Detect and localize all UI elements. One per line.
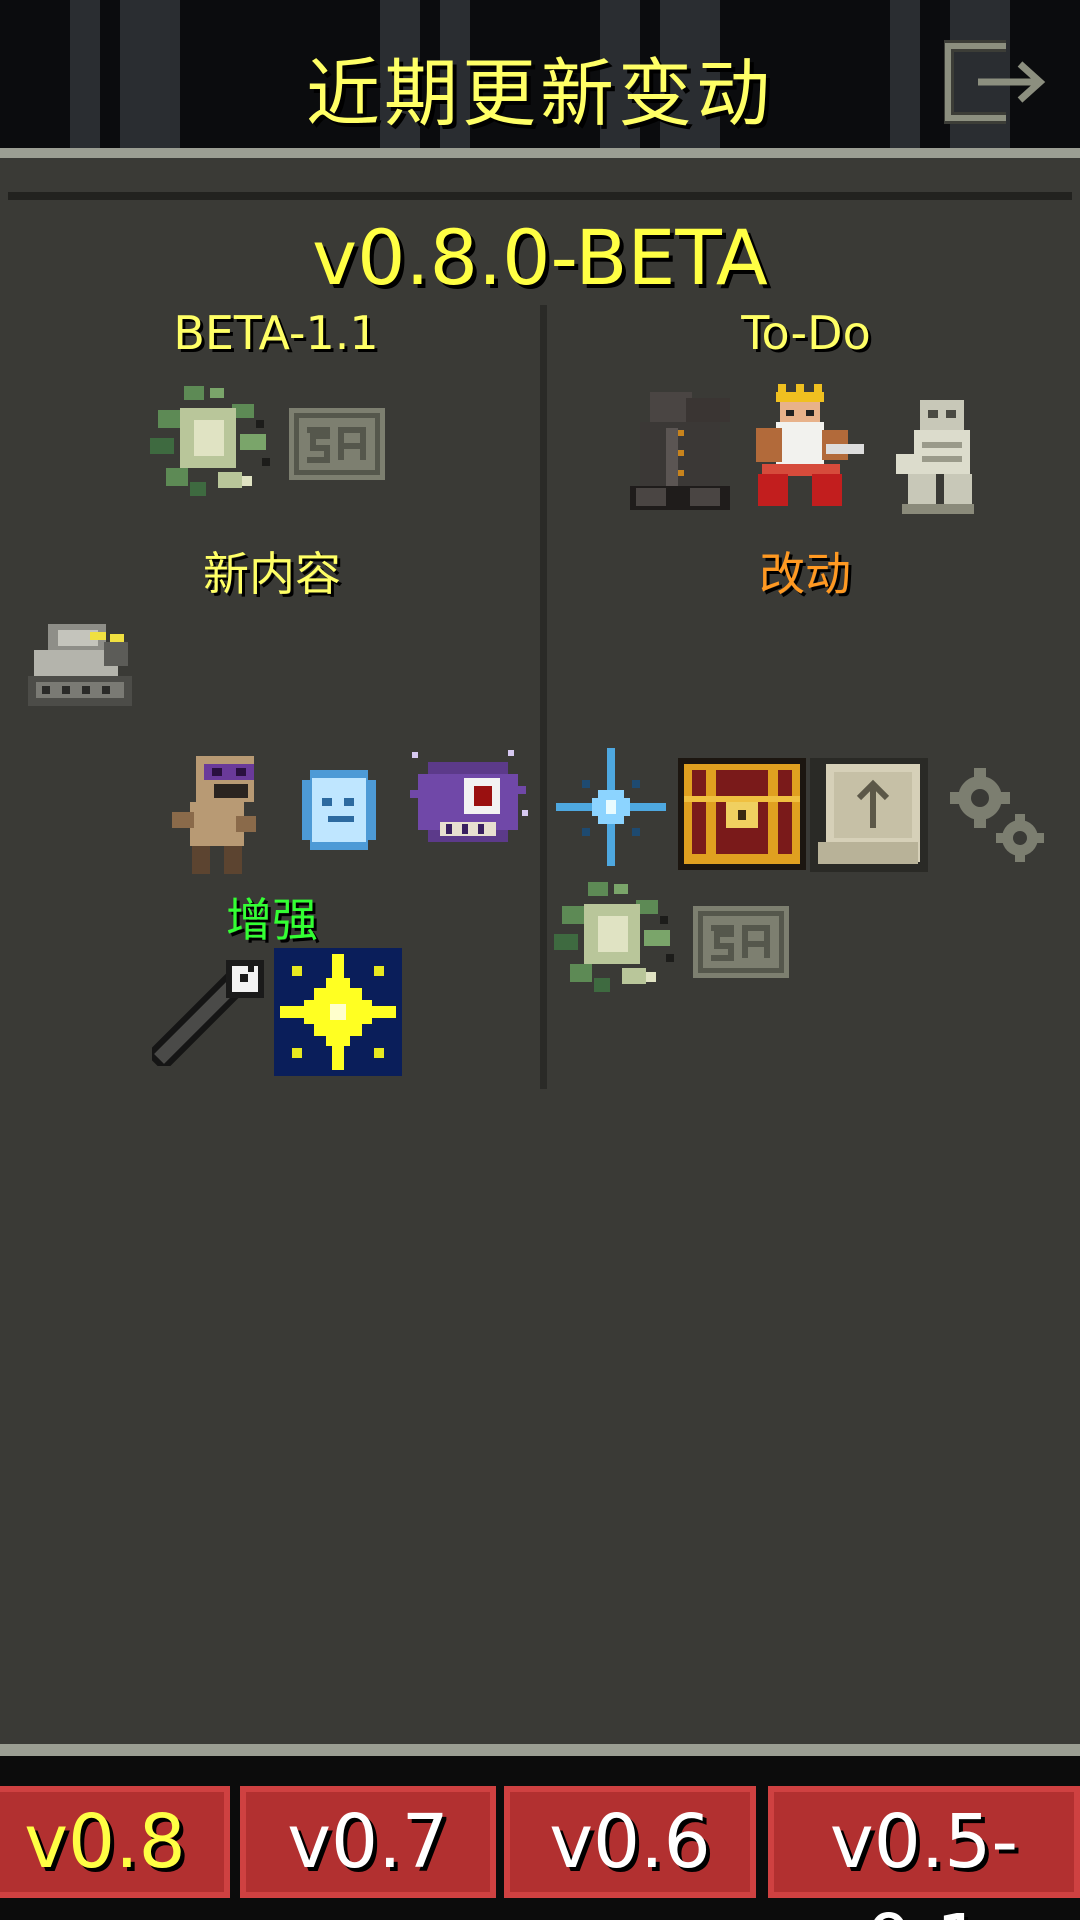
section-title-todo: To-Do — [741, 306, 871, 360]
section-title-beta: BETA-1.1 — [173, 306, 379, 360]
exit-icon — [942, 40, 1046, 124]
translation-icon[interactable] — [289, 408, 385, 480]
moss-plant-icon[interactable] — [144, 380, 276, 504]
evil-eye-icon[interactable] — [404, 750, 530, 856]
tab-v0-6[interactable]: v0.6 — [504, 1786, 756, 1898]
dwarf-king-icon[interactable] — [746, 382, 866, 510]
masked-monkey-icon[interactable] — [170, 754, 260, 876]
settings-gears-icon[interactable] — [950, 768, 1046, 864]
version-tabs: v0.8 v0.7 v0.6 v0.5-0.1 — [0, 1756, 1080, 1920]
scroll-icon[interactable] — [810, 758, 928, 872]
column-divider — [540, 305, 547, 1089]
page-title: 近期更新变动 — [306, 51, 774, 137]
section-title-changes: 改动 — [759, 547, 851, 601]
section-title-buffs: 增强 — [226, 893, 318, 947]
star-burst-icon[interactable] — [274, 948, 402, 1076]
sparkle-icon[interactable] — [556, 748, 666, 866]
moss-plant-icon[interactable] — [548, 876, 680, 1000]
tab-v0-5-0-1[interactable]: v0.5-0.1 — [768, 1786, 1080, 1920]
skeleton-mummy-icon[interactable] — [892, 398, 978, 516]
section-title-new-content: 新内容 — [203, 547, 341, 601]
ghost-icon[interactable] — [298, 766, 380, 856]
magic-wand-icon[interactable] — [152, 958, 266, 1066]
translation-icon[interactable] — [693, 906, 789, 978]
treasure-chest-icon[interactable] — [678, 758, 806, 870]
changes-panel: v0.8.0-BETA BETA-1.1 To-Do 新内容 改动 增强 — [0, 148, 1080, 1756]
header-bar: 近期更新变动 — [0, 0, 1080, 148]
rat-king-statue-icon[interactable] — [628, 388, 736, 512]
panel-divider-line — [8, 192, 1072, 200]
dm300-robot-icon[interactable] — [28, 620, 136, 710]
tab-v0-7[interactable]: v0.7 — [240, 1786, 496, 1898]
version-title: v0.8.0-BETA — [312, 213, 768, 302]
exit-button[interactable] — [942, 40, 1056, 126]
tab-v0-8[interactable]: v0.8 — [0, 1786, 230, 1898]
